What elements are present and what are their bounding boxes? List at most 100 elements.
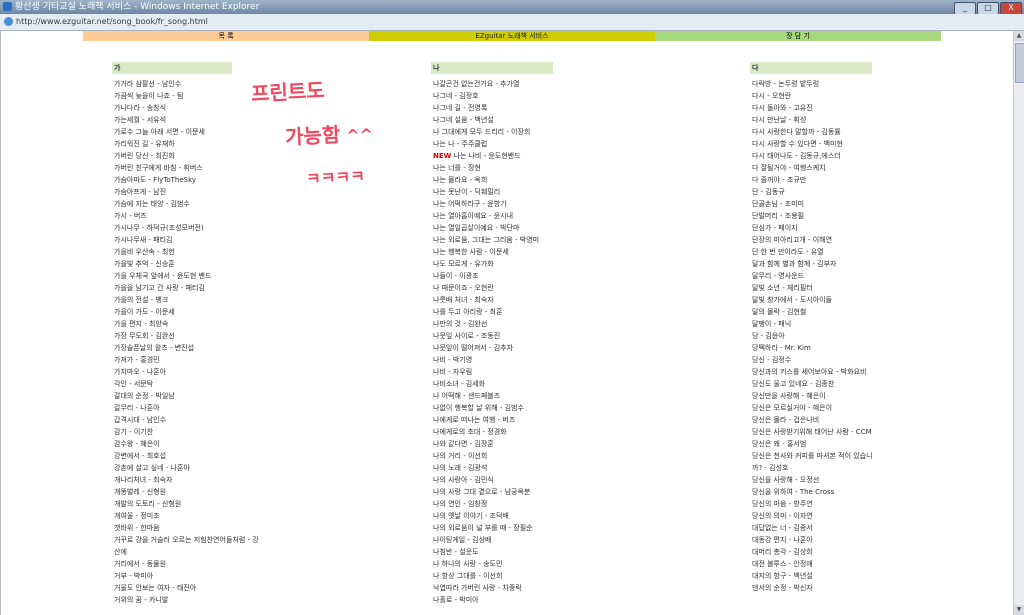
- song-list-item[interactable]: 달무리 - 영사운드: [752, 270, 874, 282]
- song-title[interactable]: 단골손님 - 조미미: [752, 200, 804, 208]
- song-title[interactable]: 나이팅게일 - 김상배: [433, 536, 492, 544]
- song-list-item[interactable]: 가리워진 길 - 유재하: [114, 138, 264, 150]
- song-list-item[interactable]: 달팽이 - 패닉: [752, 318, 874, 330]
- song-list-item[interactable]: 나만의 것 - 김완선: [433, 318, 603, 330]
- song-title[interactable]: 당 - 김윤아: [752, 332, 785, 340]
- song-title[interactable]: 나뭇잎이 떨어져서 - 김추자: [433, 344, 513, 352]
- song-title[interactable]: 나는 외로움, 그대는 그리움 - 박영미: [433, 236, 539, 244]
- song-list-item[interactable]: 나에게로의 초대 - 정경화: [433, 426, 603, 438]
- song-title[interactable]: 나의 사랑 그대 곁으로 - 남궁옥분: [433, 488, 530, 496]
- song-list-item[interactable]: 당신의 마음 - 방주연: [752, 498, 874, 510]
- song-list-item[interactable]: 나비소녀 - 김세화: [433, 378, 603, 390]
- song-title[interactable]: 가을이 가도 - 이문세: [114, 308, 175, 316]
- song-list-item[interactable]: 갑격시대 - 남인수: [114, 414, 264, 426]
- song-list-item[interactable]: 강변에서 - 최호섭: [114, 450, 264, 462]
- song-list-item[interactable]: 갯바위 - 한마음: [114, 522, 264, 534]
- song-list-item[interactable]: 대머리 총각 - 김상희: [752, 546, 874, 558]
- song-title[interactable]: 달빛 소년 - 체리필터: [752, 284, 813, 292]
- song-list-item[interactable]: 다락방 - 논두렁 밭두렁: [752, 78, 874, 90]
- song-title[interactable]: 나비소녀 - 김세화: [433, 380, 485, 388]
- song-title[interactable]: 나의 노래 - 김광석: [433, 464, 487, 472]
- song-title[interactable]: 나는 너를 - 장현: [433, 164, 481, 172]
- song-list-item[interactable]: NEW 나는 나비 - 윤도현밴드: [433, 150, 603, 162]
- song-title[interactable]: 강변에서 - 최호섭: [114, 452, 166, 460]
- song-title[interactable]: 대답없는 너 - 김종서: [752, 524, 813, 532]
- song-title[interactable]: 나들이 - 이광조: [433, 272, 479, 280]
- song-list-item[interactable]: 나 항상 그대를 - 이선희: [433, 570, 603, 582]
- song-title[interactable]: 당신 - 김정수: [752, 356, 791, 364]
- song-list-item[interactable]: 나는 어떡하라구 - 윤항기: [433, 198, 603, 210]
- song-list-item[interactable]: 개여울 - 정미조: [114, 510, 264, 522]
- song-title[interactable]: 다시 사랑할 수 있다면 - 백미현: [752, 140, 843, 148]
- song-list-item[interactable]: 달빛 창가에서 - 도시아이들: [752, 294, 874, 306]
- song-list-item[interactable]: 가을을 남기고 간 사랑 - 패티김: [114, 282, 264, 294]
- song-title[interactable]: 대전 블루스 - 안정애: [752, 560, 813, 568]
- song-list-item[interactable]: 나뭇잎 사이로 - 조동진: [433, 330, 603, 342]
- song-list-item[interactable]: 다시 돌아와 - 고유진: [752, 102, 874, 114]
- song-list-item[interactable]: 거꾸로 강을 거슬러 오르는 저힘찬연어들처럼 - 강산에: [114, 534, 264, 558]
- song-list-item[interactable]: 갈무리 - 나훈아: [114, 402, 264, 414]
- song-title[interactable]: 다락방 - 논두렁 밭두렁: [752, 80, 819, 88]
- song-title[interactable]: 나침반 - 설운도: [433, 548, 479, 556]
- song-list-item[interactable]: 다시 태어나도 - 김동규,에스더: [752, 150, 874, 162]
- song-title[interactable]: 가버린 친구에게 바침 - 휘버스: [114, 164, 203, 172]
- song-title[interactable]: 나뭇잎 사이로 - 조동진: [433, 332, 500, 340]
- song-list-item[interactable]: 나없이 행복할 날 위해 - 김범수: [433, 402, 603, 414]
- song-title[interactable]: 개여울 - 정미조: [114, 512, 160, 520]
- song-title[interactable]: 나그네 설움 - 백년설: [433, 116, 494, 124]
- song-list-item[interactable]: 달의 몰락 - 김현철: [752, 306, 874, 318]
- song-title[interactable]: 당신은 천사와 커피를 마셔본 적이 있습니까? - 김성호: [752, 452, 873, 472]
- song-list-item[interactable]: 감기 - 이기찬: [114, 426, 264, 438]
- song-title[interactable]: 나 하나의 사랑 - 송도민: [433, 560, 502, 568]
- song-title[interactable]: 나는 몰라요 - 옥희: [433, 176, 487, 184]
- song-title[interactable]: 가는세월 - 서유석: [114, 116, 166, 124]
- song-title[interactable]: 가을 우체국 앞에서 - 윤도현 밴드: [114, 272, 211, 280]
- song-list-item[interactable]: 나그네 설움 - 백년설: [433, 114, 603, 126]
- song-title[interactable]: 가시나무새 - 패티김: [114, 236, 173, 244]
- song-title[interactable]: 가리워진 길 - 유재하: [114, 140, 175, 148]
- song-list-item[interactable]: 감수왕 - 혜은이: [114, 438, 264, 450]
- song-title[interactable]: 거꾸로 강을 거슬러 오르는 저힘찬연어들처럼 - 강산에: [114, 536, 259, 556]
- song-list-item[interactable]: 강촌에 살고 싶네 - 나훈아: [114, 462, 264, 474]
- song-list-item[interactable]: 나홀로 - 박미아: [433, 594, 603, 606]
- song-title[interactable]: 나는 어떡하라구 - 윤항기: [433, 200, 507, 208]
- song-title[interactable]: 나그네 길 - 전영록: [433, 104, 487, 112]
- song-title[interactable]: 당신과의 키스를 세어보아요 - 박화요비: [752, 368, 866, 376]
- song-list-item[interactable]: 당신은 몰라 - 겁은나비: [752, 414, 874, 426]
- song-list-item[interactable]: 나도 모르게 - 유가화: [433, 258, 603, 270]
- song-title[interactable]: 나비 - 박기영: [433, 356, 472, 364]
- song-title[interactable]: 나의 옛날 이야기 - 조덕배: [433, 512, 509, 520]
- song-list-item[interactable]: 각인 - 서문탁: [114, 378, 264, 390]
- song-list-item[interactable]: 단 - 김동규: [752, 186, 874, 198]
- nav-service[interactable]: EZguitar 노래책 서비스: [369, 31, 655, 41]
- song-list-item[interactable]: 당신을 사랑해 - 오정선: [752, 474, 874, 486]
- song-title[interactable]: 가거라 삼팔선 - 남인수: [114, 80, 181, 88]
- song-list-item[interactable]: 당신도 울고 있네요 - 김종찬: [752, 378, 874, 390]
- song-title[interactable]: 가버린 당신 - 최진희: [114, 152, 175, 160]
- song-title[interactable]: 나를 두고 아리랑 - 최훈: [433, 308, 502, 316]
- song-list-item[interactable]: 나는 외로움, 그대는 그리움 - 박영미: [433, 234, 603, 246]
- song-list-item[interactable]: 당신은 천사와 커피를 마셔본 적이 있습니까? - 김성호: [752, 450, 874, 474]
- song-list-item[interactable]: 나그네 - 김정호: [433, 90, 603, 102]
- song-list-item[interactable]: 나의 사랑아 - 김민식: [433, 474, 603, 486]
- song-title[interactable]: 당신은 모르실거야 - 혜은이: [752, 404, 832, 412]
- song-title[interactable]: 나 그대에게 모두 드리리 - 이장희: [433, 128, 530, 136]
- song-title[interactable]: 갈대의 순정 - 박일남: [114, 392, 175, 400]
- song-list-item[interactable]: 개나리처녀 - 최숙자: [114, 474, 264, 486]
- song-list-item[interactable]: 당신은 모르실거야 - 혜은이: [752, 402, 874, 414]
- song-list-item[interactable]: 가슴에 지는 태양 - 김범수: [114, 198, 264, 210]
- song-title[interactable]: 개똥벌레 - 신형원: [114, 488, 166, 496]
- song-title[interactable]: 갈무리 - 나훈아: [114, 404, 160, 412]
- song-list-item[interactable]: 나 때문이죠 - 오현란: [433, 282, 603, 294]
- song-list-item[interactable]: 당신만을 사랑해 - 혜은이: [752, 390, 874, 402]
- song-list-item[interactable]: 나비 - 자우림: [433, 366, 603, 378]
- song-title[interactable]: 가을을 남기고 간 사랑 - 패티김: [114, 284, 205, 292]
- song-title[interactable]: 당신도 울고 있네요 - 김종찬: [752, 380, 834, 388]
- song-list-item[interactable]: 단골손님 - 조미미: [752, 198, 874, 210]
- song-list-item[interactable]: 가을빛 추억 - 신승훈: [114, 258, 264, 270]
- song-list-item[interactable]: 나의 노래 - 김광석: [433, 462, 603, 474]
- song-title[interactable]: 댄서의 순정 - 박신자: [752, 584, 813, 592]
- song-title[interactable]: 달팽이 - 패닉: [752, 320, 791, 328]
- song-list-item[interactable]: 나의 사랑 그대 곁으로 - 남궁옥분: [433, 486, 603, 498]
- song-title[interactable]: 다시 - 오현란: [752, 92, 791, 100]
